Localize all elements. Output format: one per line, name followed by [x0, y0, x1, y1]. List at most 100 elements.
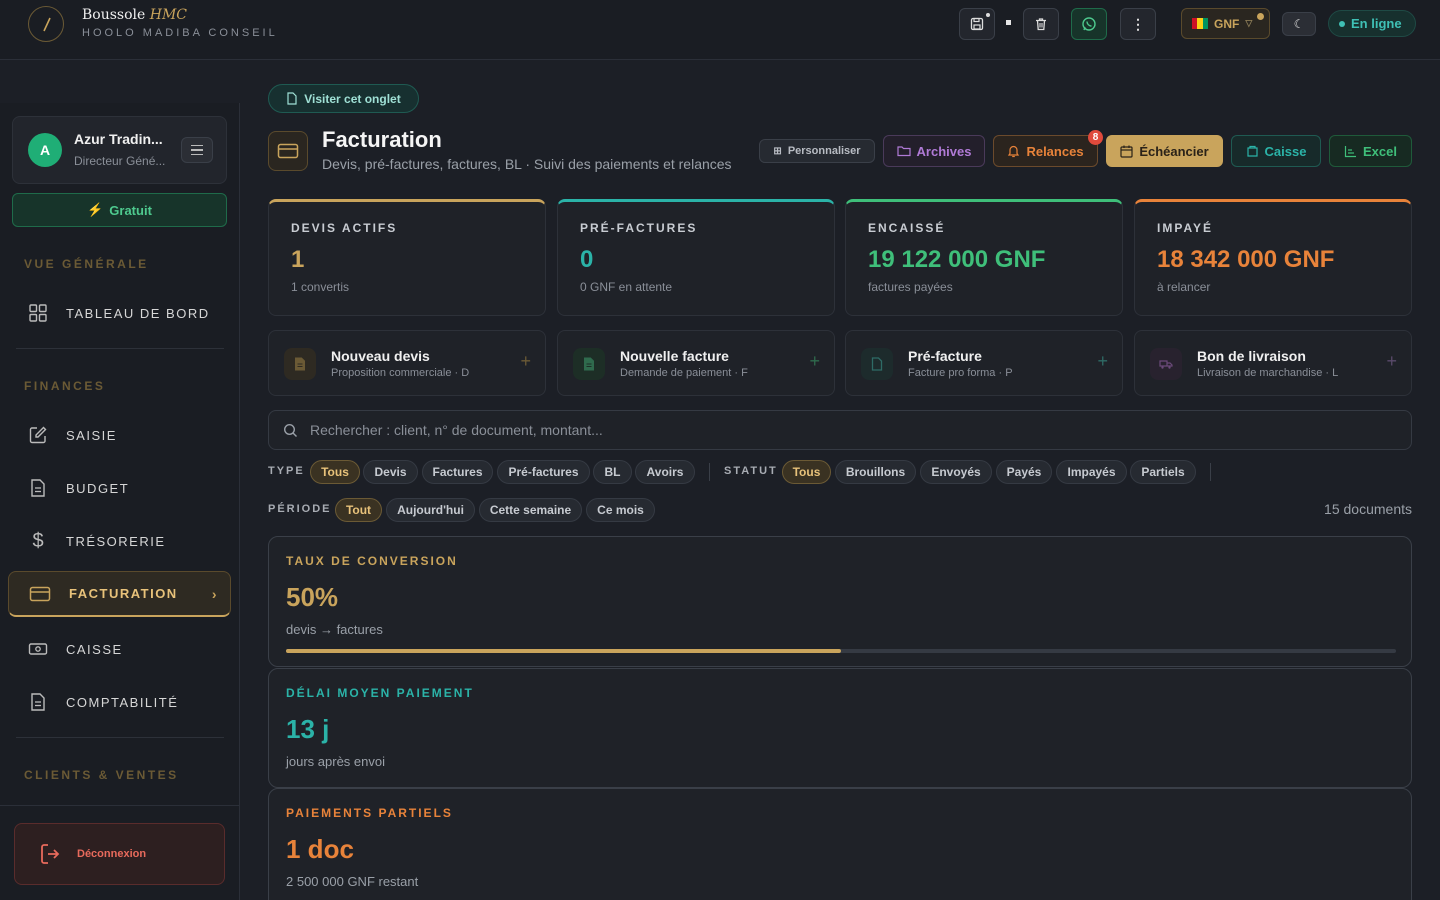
more-options-button[interactable]: ⋮ [1120, 8, 1156, 40]
type-chip-bl[interactable]: BL [593, 460, 632, 484]
kpi-value: 19 122 000 GNF [868, 246, 1046, 273]
sidebar-item-dashboard[interactable]: TABLEAU DE BORD [8, 290, 231, 336]
currency-selector[interactable]: GNF ▽ [1181, 8, 1270, 39]
separator-dot [1006, 20, 1011, 25]
period-chip-month[interactable]: Ce mois [586, 498, 655, 522]
stat-value: 13 j [286, 714, 330, 744]
trash-icon [1036, 18, 1046, 31]
period-chip-today[interactable]: Aujourd'hui [386, 498, 475, 522]
chevron-down-icon: ▽ [1245, 18, 1253, 28]
type-chip-prefactures[interactable]: Pré-factures [497, 460, 590, 484]
echeancier-label: Échéancier [1139, 143, 1209, 159]
grid-icon [29, 304, 47, 322]
delete-button[interactable] [1023, 8, 1059, 40]
kpi-card-devis: DEVIS ACTIFS 1 1 convertis [268, 199, 546, 316]
bon-livraison-card[interactable]: Bon de livraison Livraison de marchandis… [1134, 330, 1412, 396]
stat-value: 50% [286, 582, 339, 612]
stat-sub: devis → factures [286, 622, 383, 637]
credit-card-icon [29, 586, 51, 601]
kpi-label: IMPAYÉ [1157, 221, 1214, 235]
guinea-flag-icon [1192, 18, 1208, 29]
truck-icon [1150, 348, 1182, 380]
sidebar-item-budget[interactable]: BUDGET [8, 465, 231, 511]
excel-button[interactable]: Excel [1329, 135, 1412, 167]
payment-delay-card: DÉLAI MOYEN PAIEMENT 13 j jours après en… [268, 668, 1412, 788]
status-chip-brouillons[interactable]: Brouillons [835, 460, 916, 484]
stat-sub: 2 500 000 GNF restant [286, 874, 419, 889]
sidebar-item-label: BUDGET [66, 480, 130, 496]
status-chip-envoyes[interactable]: Envoyés [920, 460, 992, 484]
visit-tab-label: Visiter cet onglet [304, 91, 401, 106]
user-card[interactable]: A Azur Tradin... Directeur Géné... [12, 116, 227, 184]
chevron-right-icon: › [211, 585, 218, 602]
visit-tab-button[interactable]: Visiter cet onglet [268, 84, 419, 113]
sidebar-item-label: SAISIE [66, 427, 117, 443]
echeancier-button[interactable]: Échéancier [1106, 135, 1223, 167]
save-button[interactable] [959, 8, 995, 40]
bell-icon [1008, 145, 1020, 158]
compass-logo-icon [28, 6, 64, 42]
user-role: Directeur Géné... [74, 154, 166, 168]
kpi-label: DEVIS ACTIFS [291, 221, 398, 235]
action-title: Nouvelle facture [620, 348, 729, 364]
plan-label: Gratuit [109, 202, 152, 218]
folder-icon [896, 146, 911, 157]
sidebar-item-comptabilite[interactable]: COMPTABILITÉ [8, 679, 231, 725]
search-input[interactable] [310, 422, 1390, 438]
plus-icon: + [809, 351, 820, 371]
action-title: Pré-facture [908, 348, 982, 364]
divider [16, 348, 224, 349]
plus-icon: + [1097, 351, 1108, 371]
period-chip-tout[interactable]: Tout [335, 498, 382, 522]
caisse-button[interactable]: Caisse [1231, 135, 1321, 167]
logout-button[interactable]: Déconnexion [14, 823, 225, 885]
type-chip-tous[interactable]: Tous [310, 460, 360, 484]
new-devis-card[interactable]: Nouveau devis Proposition commerciale · … [268, 330, 546, 396]
customize-button[interactable]: ⊞ Personnaliser [759, 139, 875, 163]
kpi-label: PRÉ-FACTURES [580, 221, 698, 235]
status-chip-impayes[interactable]: Impayés [1056, 460, 1127, 484]
status-chip-partiels[interactable]: Partiels [1130, 460, 1196, 484]
stat-sub: jours après envoi [286, 754, 385, 769]
kpi-card-impaye: IMPAYÉ 18 342 000 GNF à relancer [1134, 199, 1412, 316]
chart-icon [1344, 145, 1356, 157]
archives-button[interactable]: Archives [883, 135, 985, 167]
kpi-sub: 1 convertis [291, 280, 350, 294]
plan-button[interactable]: ⚡ Gratuit [12, 193, 227, 227]
relances-button[interactable]: Relances 8 [993, 130, 1103, 167]
dollar-icon: $ [32, 529, 44, 552]
period-chip-week[interactable]: Cette semaine [479, 498, 582, 522]
kpi-value: 0 [580, 246, 594, 273]
sidebar-item-caisse[interactable]: CAISSE [8, 626, 231, 672]
menu-button[interactable] [181, 137, 213, 163]
plus-icon: + [1386, 351, 1397, 371]
sidebar-item-saisie[interactable]: SAISIE [8, 412, 231, 458]
grid-small-icon: ⊞ [773, 145, 782, 157]
notification-dot [1257, 13, 1264, 20]
type-chip-devis[interactable]: Devis [363, 460, 418, 484]
type-chip-factures[interactable]: Factures [422, 460, 493, 484]
logout-icon [41, 844, 60, 864]
status-chip-payes[interactable]: Payés [996, 460, 1052, 484]
sidebar-item-facturation[interactable]: FACTURATION › [8, 571, 231, 617]
action-title: Bon de livraison [1197, 348, 1306, 364]
caisse-label: Caisse [1264, 143, 1307, 159]
excel-label: Excel [1363, 143, 1397, 159]
sidebar-item-tresorerie[interactable]: $ TRÉSORERIE [8, 518, 231, 564]
stat-label: TAUX DE CONVERSION [286, 554, 458, 568]
search-icon [283, 423, 297, 437]
filter-separator [1210, 463, 1211, 481]
whatsapp-button[interactable] [1071, 8, 1107, 40]
status-chip-tous[interactable]: Tous [782, 460, 831, 484]
theme-toggle[interactable]: ☾ [1282, 12, 1316, 36]
file-icon [861, 348, 893, 380]
kpi-value: 18 342 000 GNF [1157, 246, 1335, 273]
conversion-progress-bar [286, 649, 1396, 653]
prefacture-card[interactable]: Pré-facture Facture pro forma · P + [845, 330, 1123, 396]
new-facture-card[interactable]: Nouvelle facture Demande de paiement · F… [557, 330, 835, 396]
currency-label: GNF [1214, 16, 1240, 31]
type-chip-avoirs[interactable]: Avoirs [635, 460, 695, 484]
moon-icon: ☾ [1293, 17, 1305, 31]
stat-label: DÉLAI MOYEN PAIEMENT [286, 686, 474, 700]
action-title: Nouveau devis [331, 348, 430, 364]
